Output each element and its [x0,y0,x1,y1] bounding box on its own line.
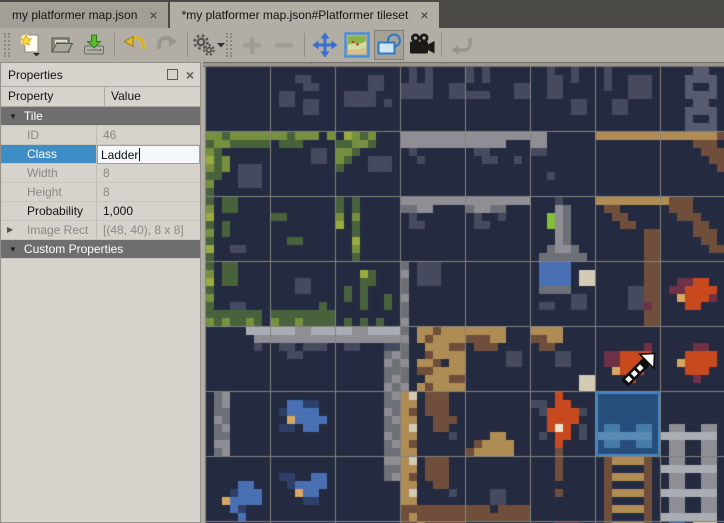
float-panel-icon[interactable] [167,69,178,80]
toolbar-separator [304,33,305,57]
group-label: Custom Properties [24,242,123,256]
close-panel-icon[interactable]: × [186,68,194,82]
properties-panel-titlebar: Properties × [1,63,200,86]
editbox-text: Ladder [101,146,138,164]
class-value-editbox[interactable]: Ladder [97,145,200,164]
property-name: Probability [27,204,83,218]
properties-panel: Properties × Property Value ▼ Tile ID 46 Cla… [0,62,201,523]
expand-arrow-icon[interactable]: ▶ [7,221,13,239]
add-tiles-button [237,30,267,60]
document-tab-bar: my platformer map.json × *my platformer ma… [0,0,724,28]
property-name: ID [27,128,39,142]
film-camera-icon [406,32,436,58]
collapse-arrow-icon[interactable]: ▼ [9,112,17,121]
property-row-height[interactable]: Height 8 [1,183,200,202]
rect-circle-icon [375,32,403,58]
tileset-view[interactable] [203,62,724,523]
main-toolbar [0,28,724,62]
save-icon [81,32,107,58]
collapse-arrow-icon[interactable]: ▼ [9,245,17,254]
property-row-class[interactable]: Class Ladder [1,145,200,164]
toolbar-drag-handle[interactable] [4,33,10,57]
property-row-probability[interactable]: Probability 1,000 [1,202,200,221]
properties-column-headers: Property Value [1,86,200,107]
property-row-width[interactable]: Width 8 [1,164,200,183]
text-caret [139,148,140,161]
tab-close-icon[interactable]: × [420,8,428,22]
tiled-app-window: my platformer map.json × *my platformer ma… [0,0,724,523]
redo-button [152,30,182,60]
property-group-custom-properties[interactable]: ▼ Custom Properties [1,240,200,259]
tileset-image-icon [344,32,370,58]
new-file-button[interactable] [15,30,45,60]
undo-button[interactable] [120,30,150,60]
property-group-tile[interactable]: ▼ Tile [1,107,200,126]
undo-arrow-icon [122,32,148,58]
plus-icon [239,32,265,58]
group-label: Tile [24,109,43,123]
toolbar-separator [114,33,115,57]
property-row-id[interactable]: ID 46 [1,126,200,145]
move-tiles-button[interactable] [310,30,340,60]
property-name: Image Rect [27,223,88,237]
property-row-image-rect[interactable]: ▶ Image Rect [(48, 40), 8 x 8] [1,221,200,240]
save-file-button[interactable] [79,30,109,60]
tab-my-platformer-map-json-platformer-tileset[interactable]: *my platformer map.json#Platformer tiles… [170,2,439,28]
tab-label: my platformer map.json [12,8,137,22]
return-arrow-icon [449,32,475,58]
jump-back-button [447,30,477,60]
property-name: Width [27,166,58,180]
new-file-icon [17,32,43,58]
redo-arrow-icon [154,32,180,58]
terrain-sets-button[interactable] [193,30,223,60]
gears-dropdown-icon [190,32,226,58]
property-rows: ▼ Tile ID 46 Class Ladder Width 8 Height 8 Probabi… [1,107,200,259]
toolbar-separator [441,33,442,57]
remove-tiles-button [269,30,299,60]
tab-label: *my platformer map.json#Platformer tiles… [182,8,409,22]
property-name: Class [27,147,57,161]
value-column-header: Value [105,87,200,106]
select-objects-button[interactable] [374,30,404,60]
move-arrows-icon [312,32,338,58]
property-value: 8 [103,166,110,180]
property-name: Height [27,185,62,199]
edit-tileset-button[interactable] [342,30,372,60]
property-value: [(48, 40), 8 x 8] [103,223,184,237]
property-value: 1,000 [103,204,133,218]
tile-animation-button[interactable] [406,30,436,60]
property-value: 46 [103,128,116,142]
tab-my-platformer-map-json[interactable]: my platformer map.json × [0,2,168,28]
tab-close-icon[interactable]: × [149,8,157,22]
open-file-button[interactable] [47,30,77,60]
property-column-header: Property [1,87,105,106]
minus-icon [271,32,297,58]
open-folder-icon [49,32,75,58]
toolbar-drag-handle[interactable] [226,33,232,57]
properties-panel-title: Properties [8,68,167,82]
property-value: 8 [103,185,110,199]
toolbar-separator [187,33,188,57]
